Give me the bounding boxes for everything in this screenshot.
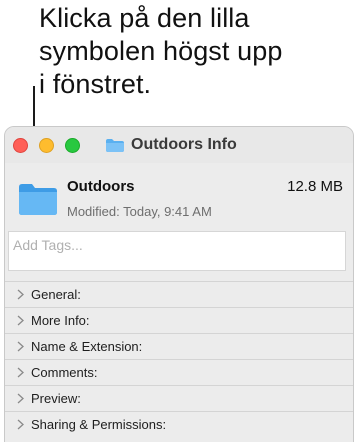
screenshot-stage: Klicka på den lilla symbolen högst upp i… — [0, 0, 356, 442]
section-preview[interactable]: Preview: — [5, 385, 353, 411]
chevron-right-icon[interactable] — [16, 367, 25, 378]
item-name: Outdoors — [67, 178, 135, 195]
section-label: Sharing & Permissions: — [31, 417, 167, 432]
section-label: Preview: — [31, 391, 81, 406]
tags-field[interactable]: Add Tags... — [8, 231, 346, 271]
section-label: Comments: — [31, 365, 98, 380]
chevron-right-icon[interactable] — [16, 315, 25, 326]
callout-line-3: i fönstret. — [39, 69, 152, 99]
info-sections: General: More Info: Name & Extension: Co… — [5, 281, 353, 437]
tags-input[interactable] — [9, 232, 345, 270]
section-sharing-permissions[interactable]: Sharing & Permissions: — [5, 411, 353, 437]
minimize-button[interactable] — [39, 138, 54, 153]
window-titlebar: Outdoors Info — [5, 127, 353, 163]
instruction-callout: Klicka på den lilla symbolen högst upp i… — [39, 2, 349, 101]
folder-icon[interactable] — [105, 137, 125, 153]
chevron-right-icon[interactable] — [16, 289, 25, 300]
section-label: More Info: — [31, 313, 90, 328]
callout-line-2: symbolen högst upp — [39, 36, 283, 66]
chevron-right-icon[interactable] — [16, 419, 25, 430]
item-header: Outdoors 12.8 MB Modified: Today, 9:41 A… — [5, 163, 353, 221]
section-label: Name & Extension: — [31, 339, 143, 354]
section-name-extension[interactable]: Name & Extension: — [5, 333, 353, 359]
info-window: Outdoors Info Outdoors 12.8 MB Modified:… — [4, 126, 354, 442]
chevron-right-icon[interactable] — [16, 341, 25, 352]
window-title: Outdoors Info — [105, 135, 237, 155]
section-more-info[interactable]: More Info: — [5, 307, 353, 333]
chevron-right-icon[interactable] — [16, 393, 25, 404]
callout-line-1: Klicka på den lilla — [39, 3, 250, 33]
section-comments[interactable]: Comments: — [5, 359, 353, 385]
window-title-text: Outdoors Info — [131, 136, 237, 153]
section-label: General: — [31, 287, 81, 302]
item-size: 12.8 MB — [287, 178, 343, 195]
zoom-button[interactable] — [65, 138, 80, 153]
folder-icon — [19, 184, 57, 215]
section-general[interactable]: General: — [5, 281, 353, 307]
close-button[interactable] — [13, 138, 28, 153]
modified-date: Modified: Today, 9:41 AM — [67, 204, 212, 219]
